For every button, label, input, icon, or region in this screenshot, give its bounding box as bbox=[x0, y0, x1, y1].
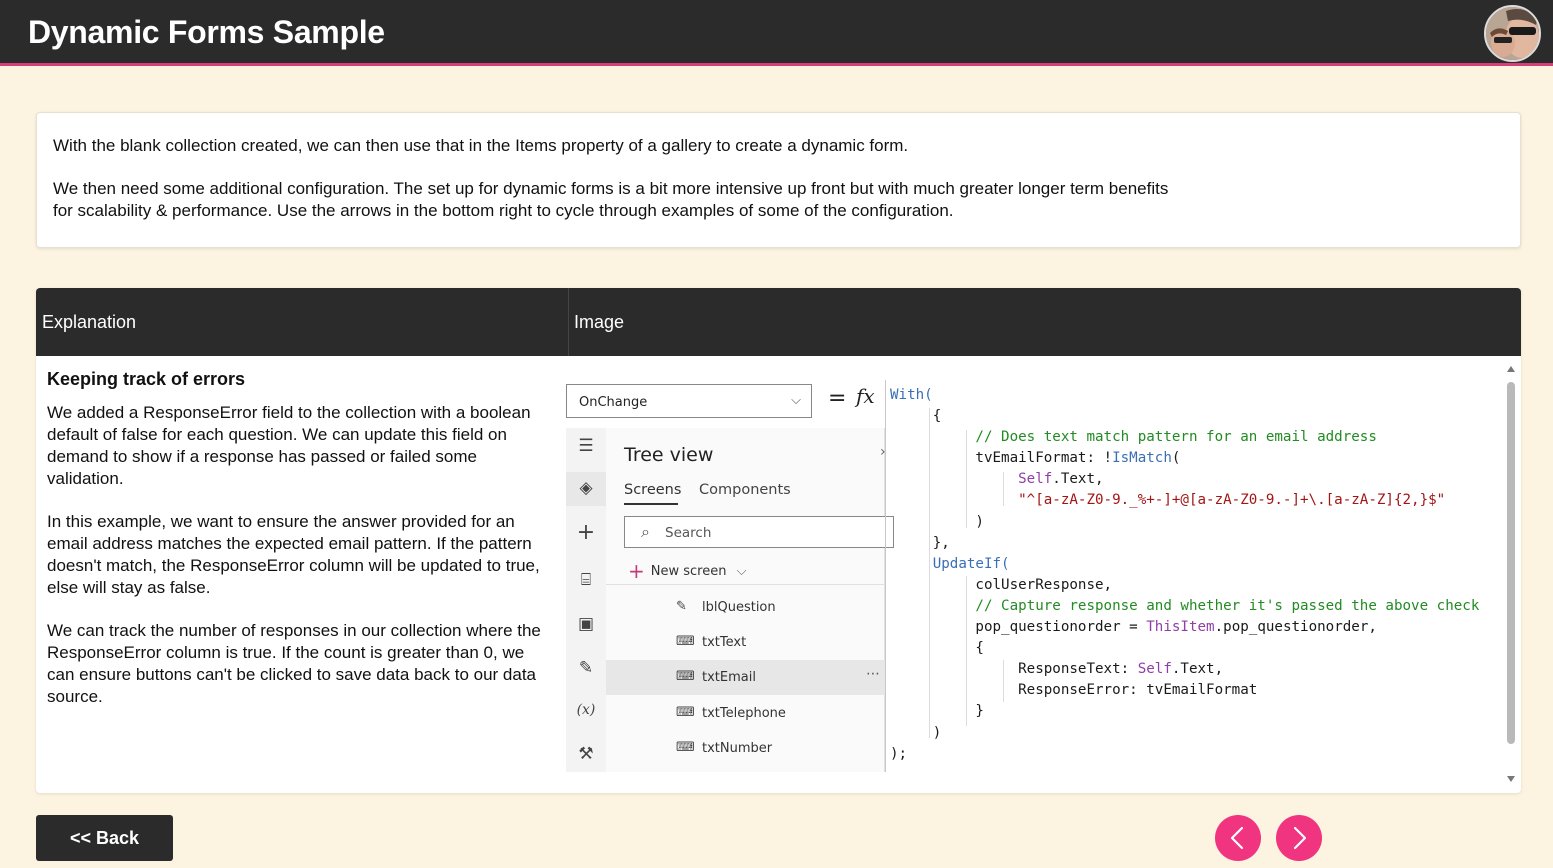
next-button[interactable] bbox=[1276, 815, 1322, 861]
code-token: { bbox=[932, 408, 942, 425]
tree-node: ⌨ txtTelephone bbox=[606, 696, 885, 731]
tab-screens: Screens bbox=[624, 482, 682, 505]
code-token: .Text, bbox=[1171, 661, 1224, 678]
code-token: ResponseError: tvEmailFormat bbox=[1018, 682, 1258, 699]
code-string: "^[a-zA-Z0-9._%+-]+@[a-zA-Z0-9.-]+\.[a-z… bbox=[1018, 492, 1446, 509]
avatar[interactable] bbox=[1484, 5, 1541, 62]
plus-icon: + bbox=[628, 559, 645, 583]
chevron-down-icon: ⌵ bbox=[791, 393, 801, 408]
tree-search-input: ⌕ Search bbox=[624, 516, 894, 548]
intro-paragraph-1: With the blank collection created, we ca… bbox=[53, 136, 909, 155]
column-header-image: Image bbox=[574, 312, 625, 332]
property-value: OnChange bbox=[579, 395, 648, 410]
chevron-down-icon: ⌵ bbox=[736, 564, 747, 579]
textinput-control-icon: ⌨ bbox=[676, 634, 695, 649]
code-token: tvEmailFormat: ! bbox=[975, 450, 1113, 467]
tree-view-panel: Tree view › Screens Components ⌕ Search … bbox=[606, 428, 894, 772]
new-screen-label: New screen bbox=[650, 564, 727, 579]
code-comment: // Capture response and whether it's pas… bbox=[975, 597, 1480, 614]
equals-sign: = bbox=[828, 386, 847, 411]
variables-icon: (x) bbox=[576, 702, 596, 718]
new-screen-button: + New screen ⌵ bbox=[628, 556, 747, 583]
tree-node-label: txtEmail bbox=[702, 670, 756, 685]
explanation-table: Explanation Image Keeping track of error… bbox=[36, 288, 1521, 793]
more-options-icon: ⋯ bbox=[866, 666, 880, 682]
tools-icon: ⚒ bbox=[578, 744, 594, 764]
search-placeholder: Search bbox=[665, 525, 712, 541]
app-header: Dynamic Forms Sample bbox=[0, 0, 1553, 66]
plus-icon: + bbox=[576, 520, 596, 545]
label-control-icon: ✎ bbox=[676, 599, 687, 614]
chevron-left-icon bbox=[1230, 826, 1244, 850]
code-token: ) bbox=[975, 513, 984, 530]
hamburger-icon: ☰ bbox=[578, 436, 594, 456]
textinput-control-icon: ⌨ bbox=[676, 705, 695, 720]
explanation-paragraph-1: We added a ResponseError field to the co… bbox=[47, 403, 531, 488]
code-token: .Text, bbox=[1052, 471, 1104, 488]
chevron-right-icon bbox=[1293, 826, 1307, 850]
theme-icon: ✎ bbox=[578, 658, 594, 678]
fx-icon: fx bbox=[856, 384, 875, 408]
code-token: colUserResponse, bbox=[975, 576, 1113, 593]
layers-icon: ◈ bbox=[566, 472, 606, 506]
tab-components: Components bbox=[699, 482, 791, 498]
code-token: ( bbox=[1171, 450, 1181, 467]
code-self: Self bbox=[1137, 661, 1172, 678]
explanation-paragraph-2: In this example, we want to ensure the a… bbox=[47, 512, 540, 597]
page-title: Dynamic Forms Sample bbox=[28, 14, 385, 50]
column-divider bbox=[568, 288, 569, 356]
formula-code: With( { // Does text match pattern for a… bbox=[890, 385, 1479, 765]
tree-node-label: txtTelephone bbox=[702, 706, 786, 721]
code-token: }, bbox=[932, 534, 950, 551]
code-function: IsMatch bbox=[1112, 450, 1172, 467]
code-token: With( bbox=[890, 387, 933, 403]
scroll-up-icon[interactable] bbox=[1507, 366, 1515, 372]
code-token: { bbox=[975, 640, 984, 657]
divider bbox=[606, 584, 885, 585]
tree-node: ⌨ txtNumber bbox=[606, 731, 885, 766]
textinput-control-icon: ⌨ bbox=[676, 669, 695, 684]
code-comment: // Does text match pattern for an email … bbox=[975, 429, 1377, 446]
table-scrollbar[interactable] bbox=[1504, 360, 1518, 790]
user-avatar-photo bbox=[1486, 7, 1539, 60]
code-self: Self bbox=[1018, 471, 1053, 488]
code-function: UpdateIf( bbox=[932, 555, 1010, 572]
code-token: } bbox=[975, 703, 984, 720]
formula-editor: With( { // Does text match pattern for a… bbox=[885, 380, 1509, 772]
tree-node-label: txtNumber bbox=[702, 741, 773, 756]
scroll-down-icon[interactable] bbox=[1507, 776, 1515, 782]
explanation-paragraph-3: We can track the number of responses in … bbox=[47, 621, 541, 706]
property-dropdown: OnChange ⌵ bbox=[566, 384, 812, 418]
tree-node: ⌨ txtText bbox=[606, 625, 885, 660]
column-header-explanation: Explanation bbox=[42, 312, 137, 332]
tree-node: ✎ lblQuestion bbox=[606, 590, 885, 625]
tree-node-selected: ⌨ txtEmail ⋯ bbox=[606, 660, 885, 695]
code-token: pop_questionorder = bbox=[975, 619, 1147, 636]
back-button[interactable]: << Back bbox=[36, 815, 173, 861]
media-icon: ▣ bbox=[577, 614, 595, 634]
tree-view-title: Tree view bbox=[624, 444, 714, 466]
intro-paragraph-2: We then need some additional configurati… bbox=[53, 179, 1169, 220]
textinput-control-icon: ⌨ bbox=[676, 740, 695, 755]
table-header: Explanation Image bbox=[36, 288, 1521, 356]
code-token: ); bbox=[890, 745, 908, 762]
scrollbar-thumb[interactable] bbox=[1507, 382, 1515, 744]
intro-card: With the blank collection created, we ca… bbox=[36, 112, 1521, 248]
code-thisitem: ThisItem bbox=[1146, 619, 1215, 636]
tree-node-label: txtText bbox=[702, 635, 747, 650]
image-cell-screenshot: OnChange ⌵ = fx ☰ ◈ + ⌸ ▣ ✎ (x) ⚒ Tree v… bbox=[564, 380, 1509, 772]
tool-rail: ☰ ◈ + ⌸ ▣ ✎ (x) ⚒ bbox=[566, 428, 606, 772]
code-token: ) bbox=[932, 724, 942, 741]
explanation-heading: Keeping track of errors bbox=[47, 369, 246, 389]
previous-button[interactable] bbox=[1215, 815, 1261, 861]
search-icon: ⌕ bbox=[641, 522, 650, 541]
tree-node-label: lblQuestion bbox=[702, 600, 776, 615]
explanation-cell: Keeping track of errors We added a Respo… bbox=[47, 368, 542, 729]
database-icon: ⌸ bbox=[580, 570, 592, 590]
code-token: ResponseText: bbox=[1018, 661, 1138, 678]
code-token: .pop_questionorder, bbox=[1214, 619, 1377, 636]
